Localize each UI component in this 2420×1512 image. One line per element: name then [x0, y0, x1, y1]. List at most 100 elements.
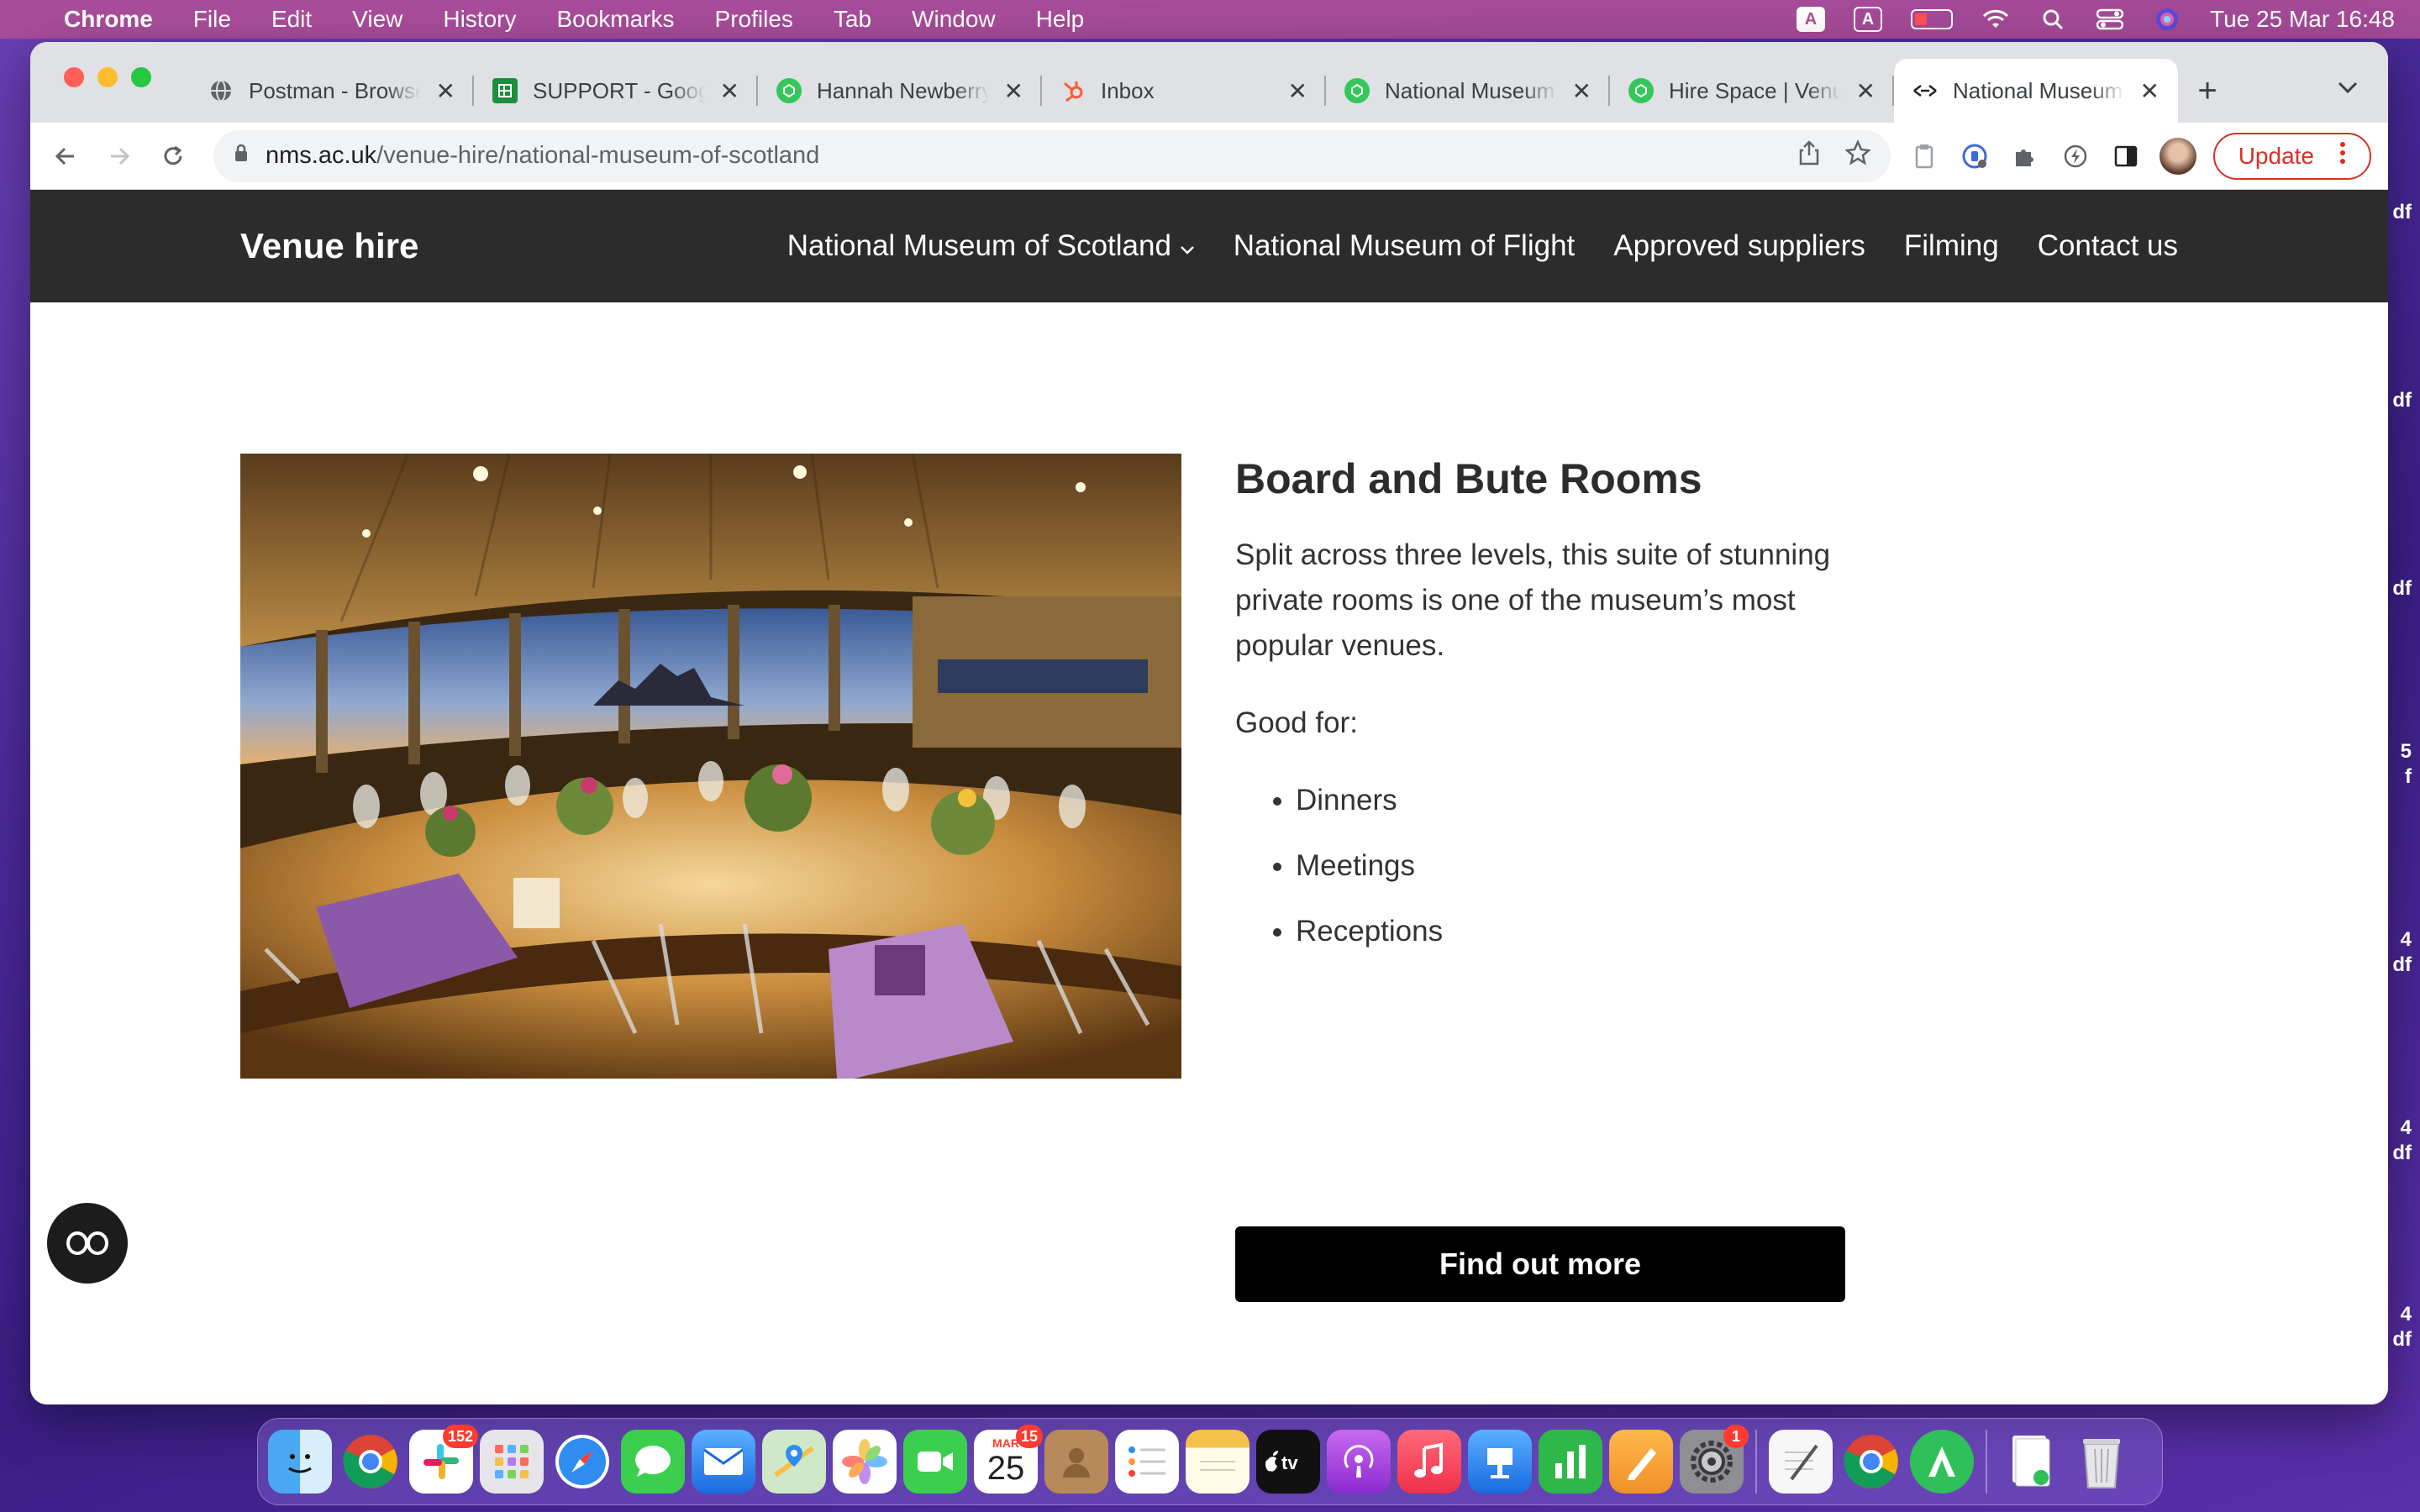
address-bar[interactable]: nms.ac.uk/venue-hire/national-museum-of-…	[213, 129, 1891, 182]
share-icon[interactable]	[1798, 139, 1820, 172]
menu-tab[interactable]: Tab	[834, 6, 871, 33]
control-center-icon[interactable]	[2096, 7, 2124, 32]
desktop-file-label[interactable]: 4 df	[2392, 1116, 2412, 1166]
desktop-file-label[interactable]: 4 df	[2392, 1302, 2412, 1352]
tab-support-sheet[interactable]: SUPPORT - Googl ✕	[474, 59, 758, 123]
safari-icon[interactable]	[550, 1430, 614, 1494]
music-icon[interactable]	[1397, 1430, 1461, 1494]
chrome-icon[interactable]	[339, 1430, 402, 1494]
side-panel-icon[interactable]	[2109, 139, 2143, 173]
menu-edit[interactable]: Edit	[271, 6, 312, 33]
back-button[interactable]	[47, 138, 84, 175]
downloads-stack-icon[interactable]	[1999, 1430, 2063, 1494]
hirespace-icon	[1628, 78, 1654, 103]
accessibility-widget-button[interactable]	[47, 1203, 128, 1284]
menu-profiles[interactable]: Profiles	[715, 6, 793, 33]
nav-national-museum-of-flight[interactable]: National Museum of Flight	[1234, 229, 1576, 263]
calendar-icon[interactable]: MAR 25 15	[974, 1425, 1043, 1494]
notes-icon[interactable]	[1186, 1430, 1249, 1494]
profile-avatar[interactable]	[2159, 137, 2196, 175]
desktop-file-label[interactable]: 4 df	[2392, 927, 2412, 978]
nav-approved-suppliers[interactable]: Approved suppliers	[1613, 229, 1865, 263]
battery-icon[interactable]	[1911, 9, 1954, 29]
extension-bolt-icon[interactable]	[2059, 139, 2092, 173]
minimize-window-button[interactable]	[97, 67, 118, 87]
desktop-file-label[interactable]: df	[2392, 388, 2412, 413]
close-tab-icon[interactable]: ✕	[1856, 77, 1876, 105]
close-tab-icon[interactable]: ✕	[1288, 77, 1307, 105]
close-tab-icon[interactable]: ✕	[1004, 77, 1023, 105]
wifi-icon[interactable]	[1981, 7, 2010, 32]
desktop-file-label[interactable]: df	[2392, 576, 2412, 601]
site-info-lock-icon[interactable]	[234, 144, 249, 168]
site-navigation: Venue hire National Museum of Scotland N…	[30, 190, 2388, 302]
app-menu[interactable]: Chrome	[64, 6, 153, 33]
keynote-icon[interactable]	[1468, 1430, 1532, 1494]
extension-password-icon[interactable]	[1958, 139, 1991, 173]
menu-bookmarks[interactable]: Bookmarks	[556, 6, 674, 33]
tab-search-chevron-icon[interactable]	[2338, 72, 2358, 99]
input-source-icon[interactable]: A	[1797, 7, 1826, 32]
menu-window[interactable]: Window	[912, 6, 996, 33]
close-tab-icon[interactable]: ✕	[720, 77, 739, 105]
tab-national-museum-hirespace[interactable]: National Museum ✕	[1326, 59, 1610, 123]
reminders-icon[interactable]	[1115, 1430, 1179, 1494]
textedit-icon[interactable]	[1769, 1430, 1833, 1494]
slack-badge: 152	[442, 1425, 478, 1448]
photos-icon[interactable]	[833, 1430, 897, 1494]
pages-icon[interactable]	[1609, 1430, 1673, 1494]
desktop-file-label[interactable]: 5 f	[2401, 739, 2412, 790]
update-chrome-button[interactable]: Update	[2212, 132, 2371, 180]
find-out-more-button[interactable]: Find out more	[1235, 1226, 1845, 1302]
messages-icon[interactable]	[621, 1430, 685, 1494]
close-window-button[interactable]	[64, 67, 84, 87]
spotlight-search-icon[interactable]	[2039, 7, 2067, 32]
facetime-icon[interactable]	[903, 1430, 967, 1494]
desktop-file-label[interactable]: df	[2392, 200, 2412, 225]
tab-inbox[interactable]: Inbox ✕	[1042, 59, 1326, 123]
close-tab-icon[interactable]: ✕	[436, 77, 455, 105]
menu-file[interactable]: File	[193, 6, 231, 33]
podcasts-icon[interactable]	[1327, 1430, 1391, 1494]
nms-icon	[1912, 78, 1938, 103]
more-menu-icon[interactable]	[2339, 141, 2346, 171]
menu-history[interactable]: History	[443, 6, 516, 33]
site-brand-link[interactable]: Venue hire	[240, 226, 418, 266]
tab-national-museum-active[interactable]: National Museum ✕	[1894, 59, 2178, 123]
nav-national-museum-of-scotland[interactable]: National Museum of Scotland	[787, 229, 1195, 263]
close-tab-icon[interactable]: ✕	[1572, 77, 1591, 105]
slack-icon[interactable]: 152	[409, 1425, 478, 1494]
nav-contact-us[interactable]: Contact us	[2038, 229, 2178, 263]
nav-filming[interactable]: Filming	[1904, 229, 1999, 263]
keyboard-input-icon[interactable]: A	[1854, 7, 1883, 32]
chrome-icon[interactable]	[1839, 1430, 1903, 1494]
tab-hire-space[interactable]: Hire Space | Venu ✕	[1610, 59, 1894, 123]
trash-icon[interactable]	[2070, 1430, 2133, 1494]
system-settings-icon[interactable]: 1	[1680, 1425, 1749, 1494]
tab-postman[interactable]: Postman - Browse ✕	[190, 59, 474, 123]
menu-help[interactable]: Help	[1036, 6, 1085, 33]
numbers-icon[interactable]	[1539, 1430, 1602, 1494]
menu-view[interactable]: View	[352, 6, 402, 33]
window-controls	[64, 67, 151, 87]
close-tab-icon[interactable]: ✕	[2140, 77, 2160, 105]
menubar-clock[interactable]: Tue 25 Mar 16:48	[2210, 6, 2395, 33]
hirespace-app-icon[interactable]	[1910, 1430, 1974, 1494]
siri-icon[interactable]	[2153, 7, 2181, 32]
extensions-puzzle-icon[interactable]	[2008, 139, 2042, 173]
forward-button[interactable]	[101, 138, 138, 175]
settings-badge: 1	[1723, 1425, 1749, 1448]
launchpad-icon[interactable]	[480, 1430, 544, 1494]
zoom-window-button[interactable]	[131, 67, 151, 87]
new-tab-button[interactable]: +	[2178, 59, 2237, 123]
bookmark-star-icon[interactable]	[1844, 139, 1871, 172]
mail-icon[interactable]	[692, 1430, 755, 1494]
apple-tv-icon[interactable]: tv	[1256, 1430, 1320, 1494]
contacts-icon[interactable]	[1044, 1430, 1108, 1494]
extension-clipboard-icon[interactable]	[1907, 139, 1941, 173]
maps-icon[interactable]	[762, 1430, 826, 1494]
tab-title: SUPPORT - Googl	[533, 77, 705, 103]
reload-button[interactable]	[155, 138, 192, 175]
tab-hannah-newberry[interactable]: Hannah Newberry ✕	[758, 59, 1042, 123]
finder-icon[interactable]	[268, 1430, 332, 1494]
